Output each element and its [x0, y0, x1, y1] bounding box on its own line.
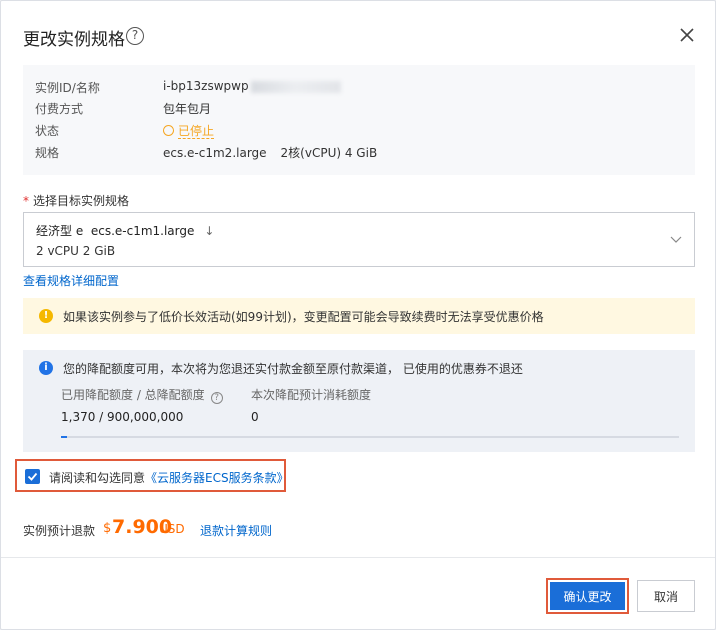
consume-label: 本次降配预计消耗额度 [251, 388, 372, 402]
status-value: 已停止 [163, 122, 215, 139]
close-icon[interactable] [678, 26, 696, 44]
change-spec-dialog: 更改实例规格 ? 实例ID/名称 i-bp13zswpwp 付费方式 包年包月 … [0, 0, 716, 630]
spec-detail: 2核(vCPU) 4 GiB [280, 146, 378, 160]
spec-value: ecs.e-c1m2.large 2核(vCPU) 4 GiB [163, 146, 378, 160]
checkmark-icon [27, 472, 38, 481]
instance-id-label: 实例ID/名称 [35, 81, 100, 95]
help-icon[interactable]: ? [210, 392, 223, 404]
refund-row: 实例预计退款 $ 7.900 USD 退款计算规则 [23, 516, 703, 540]
help-icon[interactable]: ? [126, 27, 144, 45]
refund-rules-link[interactable]: 退款计算规则 [200, 522, 272, 539]
confirm-button-highlight: 确认更改 [546, 578, 629, 614]
chevron-down-icon [670, 236, 682, 243]
consume-value: 0 [251, 410, 259, 424]
cancel-button[interactable]: 取消 [637, 580, 695, 612]
ecs-terms-link[interactable]: 《云服务器ECS服务条款》 [145, 471, 289, 485]
footer-divider [1, 557, 715, 558]
quota-panel: i 您的降配额度可用，本次将为您退还实付款金额至原付款渠道， 已使用的优惠券不退… [23, 350, 695, 452]
agreement-highlight: 请阅读和勾选同意《云服务器ECS服务条款》 [15, 459, 289, 492]
billing-label: 付费方式 [35, 102, 84, 116]
quota-message: 您的降配额度可用，本次将为您退还实付款金额至原付款渠道， 已使用的优惠券不退还 [63, 362, 523, 376]
view-spec-detail-link[interactable]: 查看规格详细配置 [23, 272, 119, 289]
warning-icon: ! [39, 309, 53, 323]
warning-text: 如果该实例参与了低价长效活动(如99计划)，变更配置可能会导致续费时无法享受优惠… [63, 310, 544, 324]
spec-label: 规格 [35, 146, 60, 160]
warning-banner: ! 如果该实例参与了低价长效活动(如99计划)，变更配置可能会导致续费时无法享受… [23, 298, 695, 334]
quota-progress-track [61, 436, 679, 438]
refund-currency: USD [159, 522, 185, 536]
used-total-value: 1,370 / 900,000,000 [61, 410, 184, 424]
agreement-text: 请阅读和勾选同意《云服务器ECS服务条款》 [49, 471, 289, 485]
instance-id-value: i-bp13zswpwp [163, 79, 341, 93]
downgrade-arrow-icon: ↓ [204, 224, 215, 238]
status-label: 状态 [35, 124, 60, 138]
dialog-header: 更改实例规格 ? [1, 1, 715, 69]
confirm-change-button[interactable]: 确认更改 [550, 582, 625, 610]
refund-currency-symbol: $ [103, 521, 112, 536]
required-marker: * [23, 194, 29, 208]
redacted-name [250, 80, 341, 93]
used-total-label: 已用降配额度 / 总降配额度? [61, 386, 223, 404]
info-icon: i [39, 361, 53, 375]
dialog-title: 更改实例规格 [23, 30, 125, 50]
instance-info-panel: 实例ID/名称 i-bp13zswpwp 付费方式 包年包月 状态 已停止 规格… [23, 65, 695, 175]
target-spec-select[interactable]: 经济型 e ecs.e-c1m1.large ↓ 2 vCPU 2 GiB [23, 212, 695, 267]
selected-spec: 经济型 e ecs.e-c1m1.large ↓ [36, 224, 215, 238]
status-text: 已停止 [178, 124, 215, 139]
refund-label: 实例预计退款 [23, 524, 96, 538]
billing-value: 包年包月 [163, 102, 212, 116]
target-spec-label: * 选择目标实例规格 [23, 194, 130, 208]
selected-spec-detail: 2 vCPU 2 GiB [36, 244, 116, 258]
quota-progress-fill [61, 436, 68, 438]
stopped-status-icon [163, 125, 174, 136]
agreement-checkbox[interactable] [25, 469, 40, 484]
